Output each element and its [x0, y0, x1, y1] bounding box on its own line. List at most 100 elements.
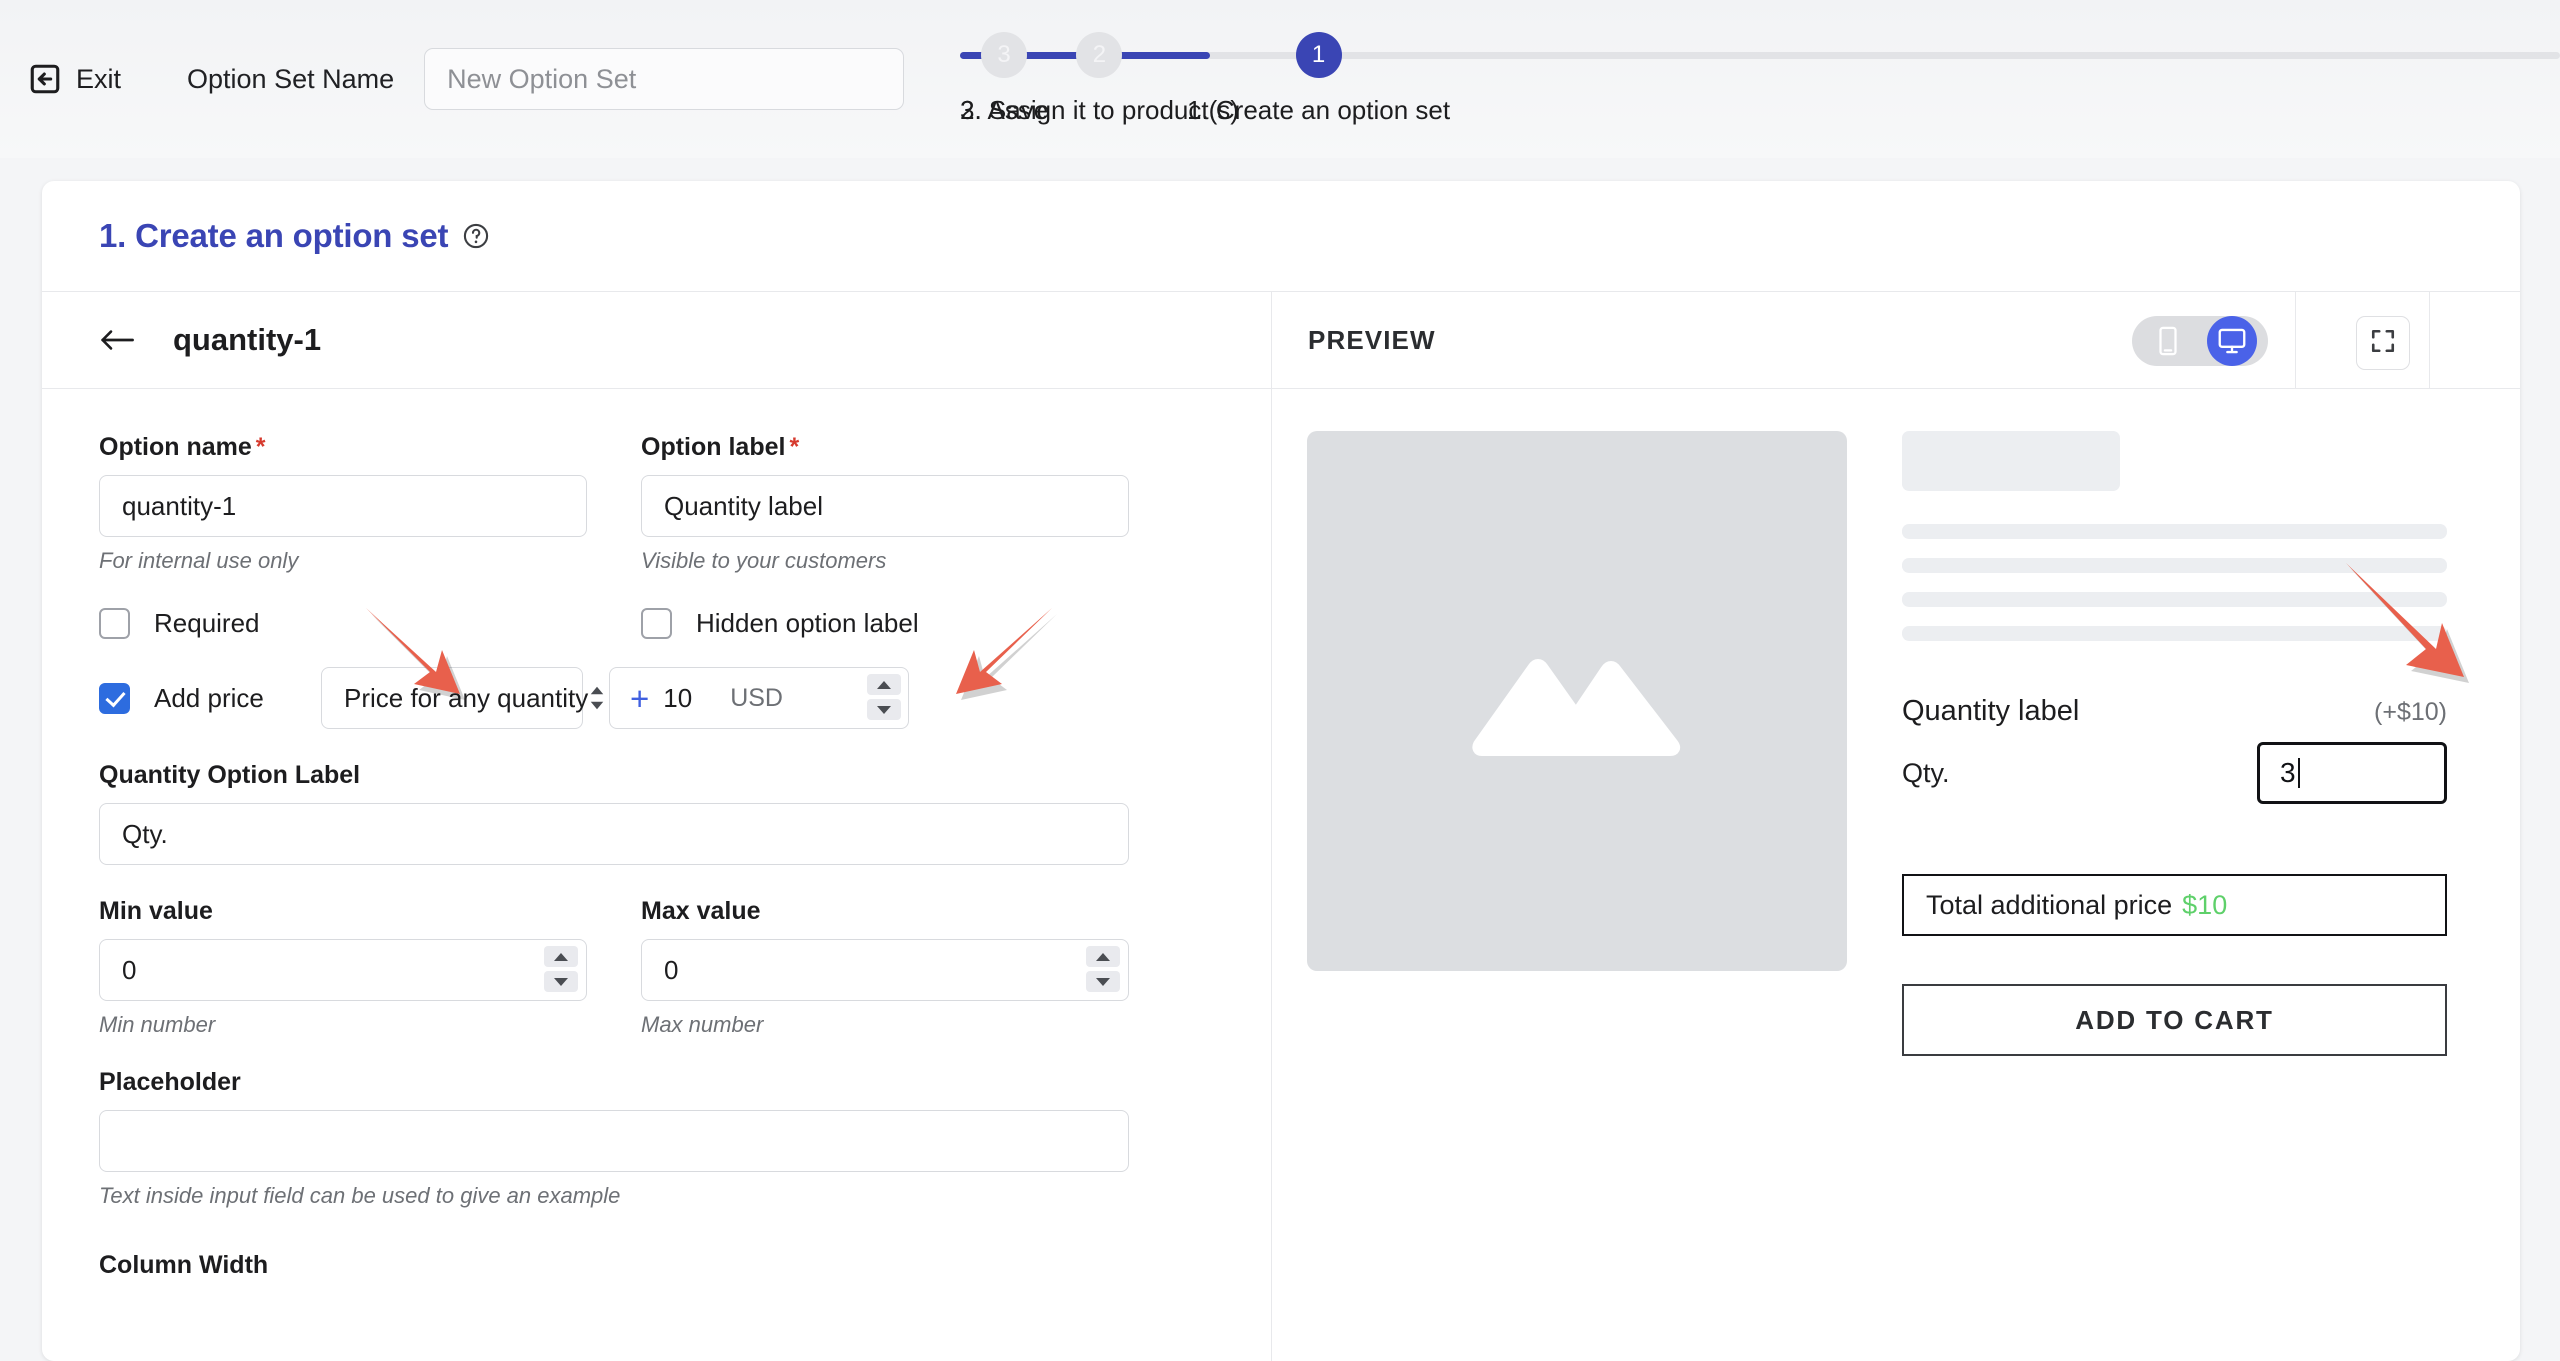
required-marker: *: [789, 433, 800, 461]
quantity-option-label-group: Quantity Option Label: [99, 761, 1214, 865]
exit-label: Exit: [76, 63, 122, 94]
max-value-stepper-up[interactable]: [1086, 946, 1120, 967]
min-value-stepper[interactable]: [544, 946, 578, 992]
required-checkbox-label: Required: [154, 608, 260, 638]
skeleton-line: [1902, 592, 2447, 607]
main-card: 1. Create an option set quantity-1 Optio…: [42, 181, 2520, 1361]
placeholder-label: Placeholder: [99, 1068, 241, 1096]
editor-title: quantity-1: [173, 322, 322, 357]
image-placeholder-icon: [1472, 631, 1682, 771]
page-title: 1. Create an option set: [99, 217, 449, 254]
add-price-checkbox[interactable]: [99, 682, 130, 714]
placeholder-input[interactable]: [99, 1110, 1129, 1172]
exit-icon: [28, 62, 62, 96]
preview-quantity-value: 3: [2280, 757, 2296, 788]
preview-total-value: $10: [2182, 889, 2228, 920]
checkbox-row: Required Hidden option label: [99, 608, 1214, 639]
expand-fullscreen-icon: [2370, 328, 2396, 359]
add-to-cart-label: ADD TO CART: [2075, 1004, 2274, 1035]
required-checkbox-group[interactable]: Required: [99, 608, 587, 639]
min-value-field[interactable]: [99, 939, 587, 1001]
names-row: Option name* For internal use only Optio…: [99, 433, 1214, 574]
add-price-checkbox-group[interactable]: Add price: [99, 682, 295, 714]
option-form: Option name* For internal use only Optio…: [42, 389, 1271, 1280]
preview-product-details: Quantity label (+$10) Qty. 3 Total addit…: [1902, 431, 2447, 1056]
stepper-step-2-circle: 2: [1076, 32, 1123, 78]
max-value-label: Max value: [641, 897, 761, 925]
stepper-step-3-circle: 3: [981, 32, 1028, 78]
option-label-input[interactable]: [641, 475, 1129, 537]
expand-fullscreen-button[interactable]: [2356, 316, 2410, 370]
preview-quantity-input[interactable]: 3: [2257, 742, 2447, 804]
preview-body: Quantity label (+$10) Qty. 3 Total addit…: [1272, 389, 2520, 1056]
mobile-phone-icon[interactable]: [2143, 316, 2193, 366]
max-value-group: Max value Max number: [641, 897, 1129, 1038]
text-caret: [2297, 758, 2300, 788]
price-mode-select-value: Price for any quantity: [344, 682, 589, 713]
skeleton-line: [1902, 558, 2447, 573]
min-value-stepper-up[interactable]: [544, 946, 578, 967]
max-value-hint: Max number: [641, 1012, 764, 1037]
required-checkbox[interactable]: [99, 608, 130, 639]
max-value-input[interactable]: [641, 939, 1129, 1001]
price-plus-sign: +: [630, 679, 650, 717]
required-marker: *: [255, 433, 266, 461]
placeholder-group: Placeholder Text inside input field can …: [99, 1068, 1214, 1209]
preview-total-label: Total additional price: [1926, 889, 2173, 920]
card-body: quantity-1 Option name* For internal use…: [42, 292, 2520, 1361]
option-editor-pane: quantity-1 Option name* For internal use…: [42, 292, 1272, 1361]
min-max-row: Min value Min number Max value: [99, 897, 1214, 1038]
price-stepper-down[interactable]: [867, 699, 901, 720]
option-set-name-input[interactable]: [424, 48, 905, 110]
placeholder-hint: Text inside input field can be used to g…: [99, 1183, 621, 1208]
preview-option-row: Quantity label (+$10): [1902, 695, 2447, 728]
price-stepper-up[interactable]: [867, 674, 901, 695]
stepper-step-3[interactable]: 3 3. Save: [960, 0, 1048, 126]
preview-pane: PREVIEW Quantity label (+$10) Qty. 3 Tot…: [1272, 292, 2520, 1361]
stepper-step-3-label: 3. Save: [960, 95, 1049, 125]
min-value-hint: Min number: [99, 1012, 216, 1037]
price-stepper[interactable]: [867, 674, 901, 720]
exit-button[interactable]: Exit: [28, 62, 121, 96]
preview-total-additional-price: Total additional price $10: [1902, 874, 2447, 936]
option-name-label: Option name *: [99, 433, 587, 462]
device-toggle[interactable]: [2132, 316, 2268, 366]
progress-stepper: 1 1. Create an option set 2 2. Assign it…: [960, 0, 2560, 158]
option-name-group: Option name* For internal use only: [99, 433, 587, 574]
option-set-name-label: Option Set Name: [187, 63, 395, 94]
max-value-stepper[interactable]: [1086, 946, 1120, 992]
price-amount-field[interactable]: + 10 USD: [609, 667, 909, 729]
editor-header: quantity-1: [42, 292, 1271, 389]
hidden-option-label-checkbox-group[interactable]: Hidden option label: [641, 608, 1129, 639]
column-width-label: Column Width: [99, 1251, 269, 1279]
skeleton-title: [1902, 431, 2120, 491]
max-value-field[interactable]: [641, 939, 1129, 1001]
option-name-input[interactable]: [99, 475, 587, 537]
min-value-stepper-down[interactable]: [544, 971, 578, 992]
preview-header-divider: [2295, 292, 2296, 388]
column-width-group: Column Width: [99, 1251, 1214, 1280]
back-arrow-icon[interactable]: [99, 325, 135, 355]
price-currency-label: USD: [730, 683, 783, 712]
min-value-group: Min value Min number: [99, 897, 587, 1038]
add-price-row: Add price Price for any quantity + 10 US…: [99, 667, 1214, 729]
max-value-stepper-down[interactable]: [1086, 971, 1120, 992]
preview-quantity-row: Qty. 3: [1902, 742, 2447, 804]
chevron-updown-icon: [588, 683, 606, 713]
add-to-cart-button[interactable]: ADD TO CART: [1902, 984, 2447, 1056]
stepper-step-1-circle: 1: [1295, 32, 1342, 78]
desktop-monitor-icon[interactable]: [2207, 316, 2257, 366]
price-amount-value: 10: [663, 682, 693, 713]
price-mode-select[interactable]: Price for any quantity: [321, 667, 604, 729]
quantity-option-label-input[interactable]: [99, 803, 1129, 865]
quantity-option-label-label: Quantity Option Label: [99, 761, 361, 789]
help-circle-icon[interactable]: [448, 222, 490, 250]
min-value-input[interactable]: [99, 939, 587, 1001]
preview-header: PREVIEW: [1272, 292, 2520, 389]
preview-header-divider-2: [2429, 292, 2430, 388]
option-label-label-text: Option label: [641, 433, 786, 461]
preview-option-price: (+$10): [2374, 698, 2447, 726]
add-price-checkbox-label: Add price: [154, 682, 264, 713]
hidden-option-label-checkbox[interactable]: [641, 608, 672, 639]
preview-option-label: Quantity label: [1902, 695, 2080, 727]
